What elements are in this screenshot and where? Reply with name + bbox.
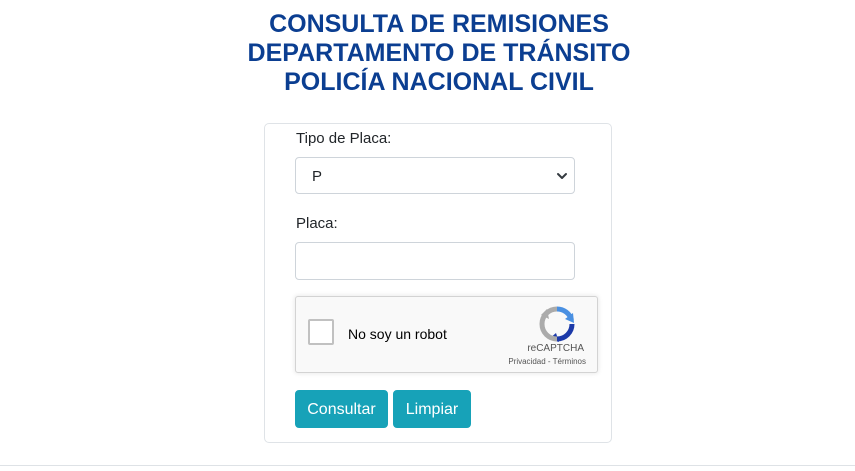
plate-label: Placa:	[296, 215, 338, 232]
recaptcha-privacy-link[interactable]: Privacidad	[508, 357, 545, 366]
page: CONSULTA DE REMISIONES DEPARTAMENTO DE T…	[0, 0, 855, 471]
recaptcha-links-separator: -	[545, 357, 553, 366]
recaptcha-terms-link[interactable]: Términos	[553, 357, 586, 366]
recaptcha-logo-icon	[539, 306, 575, 342]
recaptcha-brand: reCAPTCHA	[527, 343, 584, 354]
title-line-1: CONSULTA DE REMISIONES	[269, 10, 609, 38]
plate-type-select[interactable]: P	[295, 157, 575, 194]
plate-input[interactable]	[295, 242, 575, 280]
footer-divider	[0, 465, 855, 466]
chevron-down-icon	[557, 173, 567, 179]
page-title: CONSULTA DE REMISIONES DEPARTAMENTO DE T…	[0, 10, 855, 97]
limpiar-button[interactable]: Limpiar	[393, 390, 471, 428]
consultar-button[interactable]: Consultar	[295, 390, 388, 428]
title-line-2: DEPARTAMENTO DE TRÁNSITO	[247, 39, 631, 67]
recaptcha-label: No soy un robot	[348, 326, 447, 342]
plate-type-label: Tipo de Placa:	[296, 130, 392, 147]
title-line-3: POLICÍA NACIONAL CIVIL	[284, 68, 594, 96]
query-form-card: Tipo de Placa: P Placa: No soy un robot …	[264, 123, 612, 443]
recaptcha-links: Privacidad - Términos	[486, 357, 586, 366]
plate-type-selected-value: P	[312, 168, 323, 185]
recaptcha-widget: No soy un robot reCAPTCHA Privacidad - T…	[295, 296, 598, 373]
recaptcha-checkbox[interactable]	[308, 319, 334, 345]
